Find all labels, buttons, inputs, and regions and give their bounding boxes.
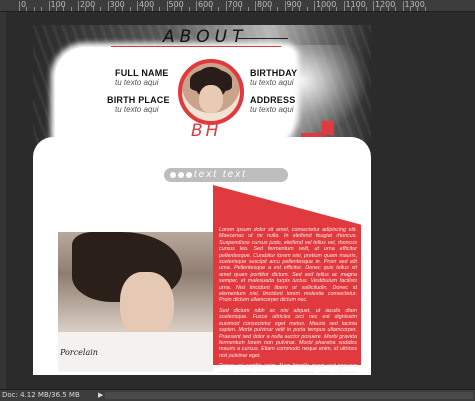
avatar bbox=[178, 59, 244, 125]
birthday-value: tu texto aqui bbox=[250, 78, 294, 87]
ruler-minor-tick bbox=[306, 7, 308, 11]
ruler-minor-tick bbox=[387, 7, 389, 11]
lorem-paragraph: Donec vel sagittis enim. Nam fringilla q… bbox=[219, 363, 357, 375]
ruler-minor-tick bbox=[159, 7, 161, 11]
title-decoration-line bbox=[238, 38, 288, 39]
ruler-minor-tick bbox=[358, 7, 360, 11]
ruler-tick bbox=[402, 1, 404, 11]
birth-place-label: BIRTH PLACE bbox=[107, 95, 170, 105]
ruler-minor-tick bbox=[299, 7, 301, 11]
ruler-minor-tick bbox=[336, 7, 338, 11]
ruler-minor-tick bbox=[350, 7, 352, 11]
pill-text: text text bbox=[194, 169, 248, 180]
ruler-label: 0 bbox=[21, 0, 27, 9]
text-pill: text text bbox=[164, 168, 288, 182]
ruler-minor-tick bbox=[424, 7, 426, 11]
ruler-tick bbox=[284, 1, 286, 11]
ruler-tick bbox=[373, 1, 374, 11]
ruler-minor-tick bbox=[240, 7, 242, 11]
ruler-minor-tick bbox=[269, 7, 271, 11]
ruler-tick bbox=[78, 1, 79, 11]
ruler-tick bbox=[48, 1, 50, 11]
ruler-minor-tick bbox=[417, 7, 419, 11]
document-canvas[interactable]: ABOUT FULL NAME tu texto aqui BIRTHDAY t… bbox=[33, 25, 371, 375]
initials: BH bbox=[191, 121, 222, 141]
ruler-minor-tick bbox=[151, 7, 153, 11]
ruler-minor-tick bbox=[129, 7, 131, 11]
ruler-minor-tick bbox=[247, 7, 249, 11]
ruler-minor-tick bbox=[262, 7, 264, 11]
ruler-label: 1100 bbox=[345, 0, 366, 9]
ruler-minor-tick bbox=[92, 7, 94, 11]
full-name-value: tu texto aqui bbox=[115, 78, 159, 87]
ruler-minor-tick bbox=[277, 7, 279, 11]
ruler-minor-tick bbox=[321, 7, 323, 11]
pill-dot bbox=[170, 172, 176, 178]
ruler-minor-tick bbox=[232, 7, 234, 11]
lorem-text-block: Lorem ipsum dolor sit amet, consectetur … bbox=[219, 227, 357, 375]
ruler-minor-tick bbox=[173, 7, 175, 11]
ruler-tick bbox=[107, 1, 109, 11]
doc-size-info[interactable]: Doc: 4.12 MB/36.5 MB bbox=[2, 390, 80, 400]
ruler-minor-tick bbox=[409, 7, 411, 11]
ruler-minor-tick bbox=[33, 7, 35, 11]
ruler-minor-tick bbox=[100, 7, 102, 11]
ruler-minor-tick bbox=[122, 7, 124, 11]
avatar-face bbox=[199, 85, 223, 113]
ruler-tick bbox=[314, 1, 315, 11]
ruler-minor-tick bbox=[181, 7, 183, 11]
ruler-minor-tick bbox=[144, 7, 146, 11]
ruler-tick bbox=[166, 1, 168, 11]
ruler-minor-tick bbox=[328, 7, 330, 11]
ruler-minor-tick bbox=[85, 7, 87, 11]
address-label: ADDRESS bbox=[250, 95, 296, 105]
ruler-label: 1200 bbox=[375, 0, 396, 9]
portrait-photo: Porcelain bbox=[58, 232, 213, 372]
ruler-minor-tick bbox=[26, 7, 28, 11]
vertical-ruler[interactable] bbox=[0, 12, 6, 389]
pill-dot bbox=[186, 172, 192, 178]
ruler-label: 1300 bbox=[404, 0, 425, 9]
lorem-paragraph: Lorem ipsum dolor sit amet, consectetur … bbox=[219, 227, 357, 304]
ruler-minor-tick bbox=[291, 7, 293, 11]
ruler-minor-tick bbox=[203, 7, 205, 11]
ruler-minor-tick bbox=[188, 7, 190, 11]
ruler-minor-tick bbox=[365, 7, 367, 11]
ruler-tick bbox=[255, 1, 256, 11]
status-menu-arrow-icon[interactable]: ▶ bbox=[98, 392, 103, 400]
ruler-minor-tick bbox=[70, 7, 72, 11]
ruler-minor-tick bbox=[380, 7, 382, 11]
ruler-tick bbox=[196, 1, 197, 11]
about-title: ABOUT bbox=[163, 27, 248, 47]
lorem-paragraph: Sed dictum nibh ac nisi aliquet, ut iacu… bbox=[219, 307, 357, 359]
status-bar: Doc: 4.12 MB/36.5 MB ▶ bbox=[0, 389, 475, 401]
ruler-minor-tick bbox=[55, 7, 57, 11]
ruler-tick bbox=[225, 1, 227, 11]
header-bottom-white bbox=[33, 137, 371, 167]
birth-place-value: tu texto aqui bbox=[115, 105, 159, 114]
ruler-minor-tick bbox=[218, 7, 220, 11]
title-underline bbox=[111, 46, 281, 47]
ruler-tick bbox=[19, 1, 20, 11]
horizontal-scrollbar[interactable] bbox=[105, 392, 473, 399]
ruler-tick bbox=[137, 1, 138, 11]
pill-dot bbox=[178, 172, 184, 178]
red-square-decoration bbox=[322, 121, 334, 135]
birthday-label: BIRTHDAY bbox=[250, 68, 298, 78]
full-name-label: FULL NAME bbox=[115, 68, 169, 78]
ruler-minor-tick bbox=[41, 7, 43, 11]
ruler-minor-tick bbox=[395, 7, 397, 11]
ruler-minor-tick bbox=[114, 7, 116, 11]
horizontal-ruler[interactable]: 0 100 200 300 400 500 600 700 800 900 1000 1100 1200… bbox=[0, 0, 475, 12]
ruler-minor-tick bbox=[63, 7, 65, 11]
address-value: tu texto aqui bbox=[250, 105, 294, 114]
ruler-label: 1000 bbox=[316, 0, 337, 9]
ruler-tick bbox=[343, 1, 345, 11]
ruler-minor-tick bbox=[210, 7, 212, 11]
brand-logo: Porcelain bbox=[60, 348, 98, 357]
